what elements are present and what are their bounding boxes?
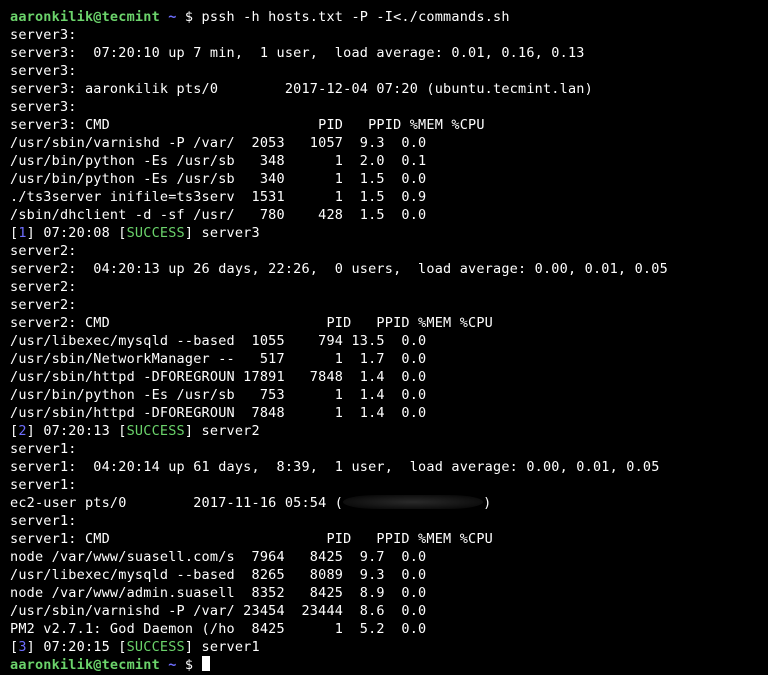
table-row: /usr/libexec/mysqld --based 8265 8089 9.… <box>10 567 426 583</box>
output-line: server2 <box>10 279 68 295</box>
prompt-user: aaronkilik@tecmint <box>10 9 160 25</box>
table-row: /usr/sbin/NetworkManager -- 517 1 1.7 0.… <box>10 351 426 367</box>
table-row: /usr/sbin/httpd -DFOREGROUN 7848 1 1.4 0… <box>10 405 426 421</box>
ps-header: CMD PID PPID %MEM %CPU <box>85 531 493 547</box>
table-row: /usr/bin/python -Es /usr/sb 753 1 1.4 0.… <box>10 387 426 403</box>
table-row: /usr/libexec/mysqld --based 1055 794 13.… <box>10 333 426 349</box>
output-line: server3 <box>10 99 68 115</box>
table-row: ./ts3server inifile=ts3serv 1531 1 1.5 0… <box>10 189 426 205</box>
output-line: server1 <box>10 513 68 529</box>
table-row: /usr/bin/python -Es /usr/sb 348 1 2.0 0.… <box>10 153 426 169</box>
output-line: server1 <box>10 531 68 547</box>
output-line: 04:20:13 up 26 days, 22:26, 0 users, loa… <box>85 261 668 277</box>
table-row: node /var/www/admin.suasell 8352 8425 8.… <box>10 585 426 601</box>
prompt-cwd: ~ <box>168 657 176 673</box>
prompt-symbol: $ <box>185 9 193 25</box>
output-line: 04:20:14 up 61 days, 8:39, 1 user, load … <box>85 459 660 475</box>
redacted-host <box>343 495 483 509</box>
cursor[interactable] <box>202 656 210 671</box>
output-line: server3 <box>10 45 68 61</box>
table-row: /usr/bin/python -Es /usr/sb 340 1 1.5 0.… <box>10 171 426 187</box>
table-row: /usr/sbin/varnishd -P /var/ 23454 23444 … <box>10 603 426 619</box>
output-line: server3 <box>10 117 68 133</box>
status-line: [1] 07:20:08 [SUCCESS] server3 <box>10 225 260 241</box>
prompt-user: aaronkilik@tecmint <box>10 657 160 673</box>
prompt-cwd: ~ <box>168 9 176 25</box>
command-line: pssh -h hosts.txt -P -I<./commands.sh <box>202 9 510 25</box>
output-line: 07:20:10 up 7 min, 1 user, load average:… <box>85 45 585 61</box>
table-row: /usr/sbin/httpd -DFOREGROUN 17891 7848 1… <box>10 369 426 385</box>
output-line: server1 <box>10 477 68 493</box>
output-line: server2 <box>10 297 68 313</box>
output-line: server1 <box>10 441 68 457</box>
ps-header: CMD PID PPID %MEM %CPU <box>85 117 485 133</box>
output-line: server3 <box>10 27 68 43</box>
table-row: /usr/sbin/varnishd -P /var/ 2053 1057 9.… <box>10 135 426 151</box>
output-line: aaronkilik pts/0 2017-12-04 07:20 (ubunt… <box>85 81 593 97</box>
output-line: ec2-user pts/0 2017-11-16 05:54 () <box>10 495 491 511</box>
output-line: server2 <box>10 261 68 277</box>
prompt-symbol: $ <box>185 657 193 673</box>
table-row: /sbin/dhclient -d -sf /usr/ 780 428 1.5 … <box>10 207 426 223</box>
status-line: [3] 07:20:15 [SUCCESS] server1 <box>10 639 260 655</box>
status-line: [2] 07:20:13 [SUCCESS] server2 <box>10 423 260 439</box>
terminal-output[interactable]: aaronkilik@tecmint ~ $ pssh -h hosts.txt… <box>0 0 768 675</box>
output-line: server2 <box>10 243 68 259</box>
ps-header: CMD PID PPID %MEM %CPU <box>85 315 493 331</box>
output-line: server2 <box>10 315 68 331</box>
output-line: server3 <box>10 63 68 79</box>
output-line: server1 <box>10 459 68 475</box>
table-row: node /var/www/suasell.com/s 7964 8425 9.… <box>10 549 426 565</box>
table-row: PM2 v2.7.1: God Daemon (/ho 8425 1 5.2 0… <box>10 621 426 637</box>
output-line: server3 <box>10 81 68 97</box>
